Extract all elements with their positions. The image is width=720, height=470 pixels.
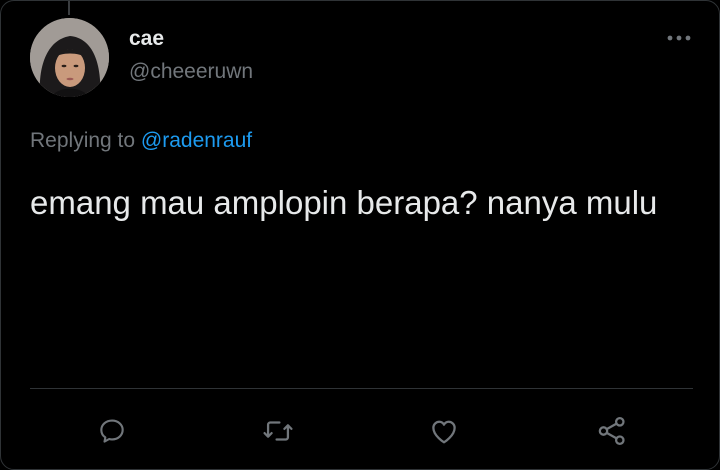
share-icon — [598, 416, 625, 446]
author-display-name[interactable]: cae — [129, 27, 164, 51]
share-button[interactable] — [594, 413, 630, 449]
replying-to-line: Replying to @radenrauf — [30, 128, 252, 154]
author-handle[interactable]: @cheeeruwn — [129, 60, 253, 84]
tweet-text: emang mau amplopin berapa? nanya mulu — [30, 184, 658, 221]
more-horizontal-icon — [667, 35, 691, 41]
divider — [30, 388, 693, 389]
reply-icon — [100, 419, 124, 443]
more-options-button[interactable] — [663, 25, 695, 51]
avatar[interactable] — [30, 18, 109, 97]
replying-to-label: Replying to — [30, 129, 141, 152]
like-button[interactable] — [426, 413, 462, 449]
reply-button[interactable] — [94, 413, 130, 449]
avatar-image — [30, 18, 109, 97]
tweet-card: cae @cheeeruwn Replying to @radenrauf em… — [0, 0, 720, 470]
replying-to-mention[interactable]: @radenrauf — [141, 129, 252, 152]
heart-icon — [432, 420, 456, 444]
retweet-button[interactable] — [260, 413, 296, 449]
thread-line — [68, 1, 70, 15]
retweet-icon — [263, 421, 293, 441]
